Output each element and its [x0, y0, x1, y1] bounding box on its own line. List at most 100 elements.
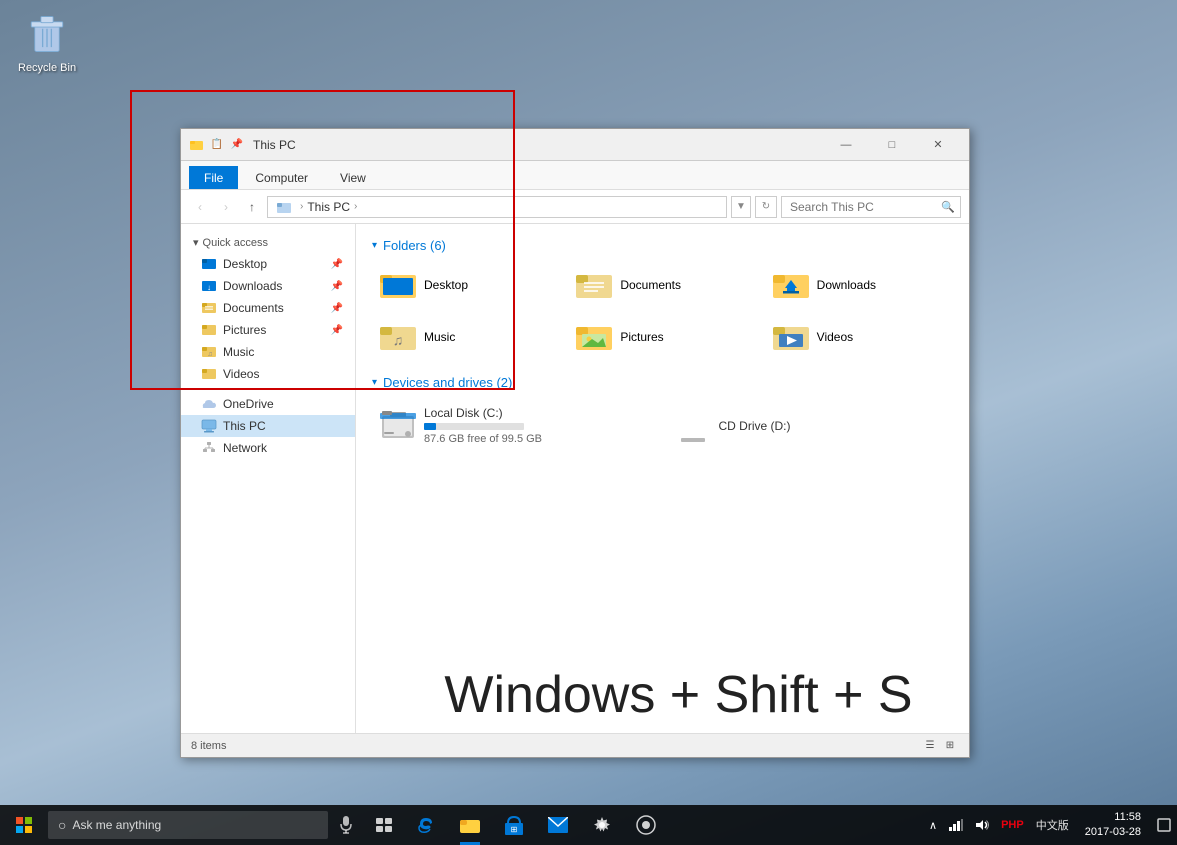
close-button[interactable]: ✕	[915, 129, 961, 161]
cd-drive-name: CD Drive (D:)	[719, 419, 791, 433]
folder-item-pictures[interactable]: Pictures	[568, 315, 756, 359]
drive-bar-fill	[424, 423, 436, 430]
devices-label: Devices and drives (2)	[383, 375, 512, 390]
documents-folder-icon	[201, 300, 217, 316]
sidebar-item-pictures[interactable]: Pictures 📌	[181, 319, 355, 341]
large-icons-view-btn[interactable]: ⊞	[941, 738, 959, 754]
music-folder-label: Music	[424, 330, 455, 344]
recycle-bin-graphic	[23, 10, 71, 58]
address-bar: ‹ › ↑ › This PC › ▼ ↻ 🔍	[181, 190, 969, 224]
sidebar-item-downloads[interactable]: ↓ Downloads 📌	[181, 275, 355, 297]
desktop-folder-icon	[201, 256, 217, 272]
taskbar-apps: ⊞	[404, 805, 668, 845]
svg-text:♫: ♫	[207, 351, 212, 358]
cd-drive-icon	[675, 408, 711, 444]
music-folder-icon: ♫	[201, 344, 217, 360]
local-disk-info: Local Disk (C:) 87.6 GB free of 99.5 GB	[424, 406, 542, 445]
folder-item-videos[interactable]: Videos	[765, 315, 953, 359]
refresh-btn[interactable]: ↻	[755, 196, 777, 218]
taskbar-search[interactable]: ○ Ask me anything	[48, 811, 328, 839]
search-input[interactable]	[781, 196, 961, 218]
task-view-button[interactable]	[364, 805, 404, 845]
sidebar-this-pc-label: This PC	[223, 419, 266, 433]
notification-btn[interactable]	[1151, 805, 1177, 845]
folder-item-music[interactable]: ♫ Music	[372, 315, 560, 359]
search-placeholder: Ask me anything	[72, 818, 161, 832]
sidebar-downloads-label: Downloads	[223, 279, 282, 293]
sidebar-item-videos[interactable]: Videos	[181, 363, 355, 385]
php-tray-icon[interactable]: PHP	[995, 805, 1030, 845]
up-button[interactable]: ↑	[241, 196, 263, 218]
videos-folder-icon	[201, 366, 217, 382]
edge-app[interactable]	[404, 805, 448, 845]
folder-item-desktop[interactable]: Desktop	[372, 263, 560, 307]
drives-grid: Local Disk (C:) 87.6 GB free of 99.5 GB	[372, 400, 953, 451]
pin-icon: 📌	[331, 325, 343, 336]
pin-icon: 📌	[331, 281, 343, 292]
input-method-icon[interactable]: 中文版	[1030, 805, 1075, 845]
folder-item-downloads[interactable]: Downloads	[765, 263, 953, 307]
cd-drive-info: CD Drive (D:)	[719, 419, 791, 433]
start-button[interactable]	[0, 805, 48, 845]
dropdown-btn[interactable]: ▼	[731, 196, 751, 218]
videos-folder-label: Videos	[817, 330, 853, 344]
tab-computer[interactable]: Computer	[240, 166, 323, 189]
network-tray-icon[interactable]	[943, 805, 969, 845]
store-app[interactable]: ⊞	[492, 805, 536, 845]
pictures-folder-icon	[201, 322, 217, 338]
folder-taskbar-icon	[460, 816, 480, 834]
documents-folder-label: Documents	[620, 278, 681, 292]
sidebar-item-onedrive[interactable]: OneDrive	[181, 393, 355, 415]
folder-icon-small	[189, 137, 205, 153]
folder-item-documents[interactable]: Documents	[568, 263, 756, 307]
sidebar-documents-label: Documents	[223, 301, 284, 315]
settings-app[interactable]	[580, 805, 624, 845]
windows-icon	[16, 817, 32, 833]
search-container: 🔍	[781, 196, 961, 218]
games-app[interactable]	[624, 805, 668, 845]
sidebar-desktop-label: Desktop	[223, 257, 267, 271]
forward-button[interactable]: ›	[215, 196, 237, 218]
mail-app[interactable]	[536, 805, 580, 845]
quick-access-icon: 📋	[209, 137, 225, 153]
address-current: This PC	[307, 200, 350, 214]
status-bar: 8 items ☰ ⊞	[181, 733, 969, 757]
minimize-button[interactable]: —	[823, 129, 869, 161]
sidebar-onedrive-label: OneDrive	[223, 397, 274, 411]
microphone-button[interactable]	[328, 805, 364, 845]
clock[interactable]: 11:58 2017-03-28	[1075, 805, 1151, 845]
details-view-btn[interactable]: ☰	[921, 738, 939, 754]
sidebar-music-label: Music	[223, 345, 254, 359]
file-explorer-app[interactable]	[448, 805, 492, 845]
mail-icon	[548, 817, 568, 833]
maximize-button[interactable]: □	[869, 129, 915, 161]
file-explorer-window: 📋 📌 This PC — □ ✕ File Computer View ‹ ›…	[180, 128, 970, 758]
sidebar-item-documents[interactable]: Documents 📌	[181, 297, 355, 319]
ribbon: File Computer View	[181, 161, 969, 190]
recycle-bin-icon[interactable]: Recycle Bin	[18, 10, 76, 74]
drive-bar-background	[424, 423, 524, 430]
downloads-folder-icon: ↓	[201, 278, 217, 294]
drive-item-d[interactable]: CD Drive (D:)	[667, 400, 954, 451]
chevron-up-btn[interactable]: ∧	[923, 805, 943, 845]
back-button[interactable]: ‹	[189, 196, 211, 218]
documents-folder-big-icon	[576, 269, 612, 301]
mic-icon	[340, 816, 352, 834]
sidebar-item-desktop[interactable]: Desktop 📌	[181, 253, 355, 275]
folders-grid: Desktop Docume	[372, 263, 953, 359]
drive-item-c[interactable]: Local Disk (C:) 87.6 GB free of 99.5 GB	[372, 400, 659, 451]
sidebar-item-network[interactable]: Network	[181, 437, 355, 459]
status-view-buttons: ☰ ⊞	[921, 738, 959, 754]
address-path[interactable]: › This PC ›	[267, 196, 727, 218]
title-bar: 📋 📌 This PC — □ ✕	[181, 129, 969, 161]
sidebar-item-music[interactable]: ♫ Music	[181, 341, 355, 363]
tab-view[interactable]: View	[325, 166, 381, 189]
desktop-folder-big-icon	[380, 269, 416, 301]
downloads-folder-label: Downloads	[817, 278, 876, 292]
sidebar-item-this-pc[interactable]: This PC	[181, 415, 355, 437]
title-bar-icons: 📋 📌	[189, 137, 245, 153]
clock-time: 11:58	[1114, 810, 1141, 825]
volume-tray-icon[interactable]	[969, 805, 995, 845]
svg-text:⊞: ⊞	[511, 825, 518, 834]
tab-file[interactable]: File	[189, 166, 238, 189]
